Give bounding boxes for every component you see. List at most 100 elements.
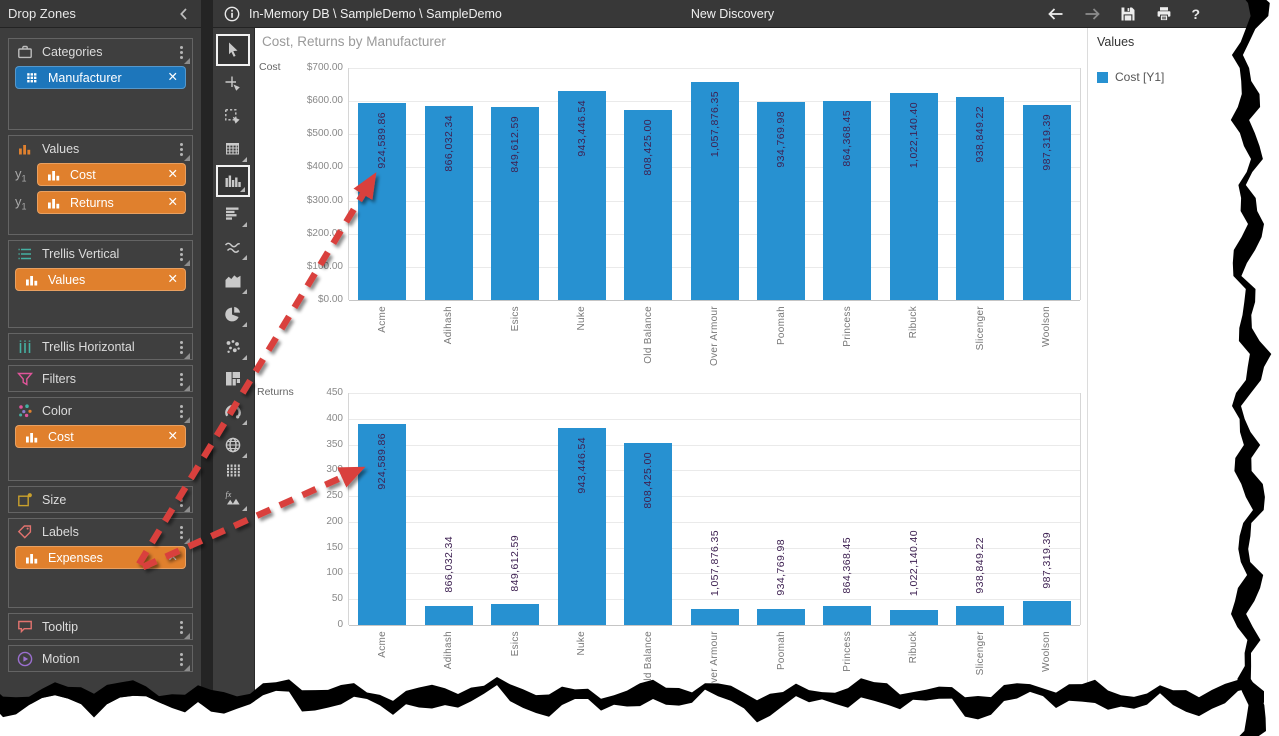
chip-remove-icon[interactable]: ✕	[168, 168, 178, 181]
bar-chart-icon[interactable]	[216, 198, 250, 230]
chip-remove-icon[interactable]: ✕	[168, 273, 178, 286]
axis-assignment-label: y1	[15, 194, 32, 212]
column-chart-icon[interactable]	[216, 165, 250, 197]
section-fold-corner	[184, 633, 190, 639]
save-icon[interactable]	[1119, 5, 1137, 23]
section-label: Filters	[42, 372, 167, 386]
y-tick-label: $200.00	[285, 228, 343, 240]
x-axis-label: Old Balance	[642, 306, 656, 364]
gridline	[349, 419, 1080, 420]
tooltip-icon	[16, 618, 34, 636]
app-window: Drop Zones In-Memory DB \ SampleDemo \ S…	[0, 0, 1279, 736]
drop-zones-title: Drop Zones	[8, 6, 175, 21]
plot-border	[1080, 68, 1081, 300]
treemap-chart-icon[interactable]	[216, 363, 250, 395]
bar[interactable]	[1023, 601, 1071, 625]
bar[interactable]	[757, 609, 805, 625]
data-grid-icon[interactable]	[216, 133, 250, 165]
section-fold-corner	[184, 538, 190, 544]
y-tick-label: 250	[285, 490, 343, 502]
section-chips: Expenses✕	[9, 545, 192, 569]
bar[interactable]	[956, 606, 1004, 625]
chip-remove-icon[interactable]: ✕	[168, 71, 178, 84]
chip-remove-icon[interactable]: ✕	[168, 551, 178, 564]
chip-expenses[interactable]: Expenses✕	[15, 546, 186, 569]
dropzone-section-size: Size	[8, 486, 193, 513]
scatter-chart-icon[interactable]	[216, 331, 250, 363]
pie-chart-icon[interactable]	[216, 298, 250, 330]
section-chips: Cost✕	[9, 424, 192, 448]
gauge-chart-icon[interactable]	[216, 396, 250, 428]
drop-zones-panel: CategoriesManufacturer✕Valuesy1Cost✕y1Re…	[0, 28, 201, 704]
x-axis-label: Over Armour	[708, 306, 722, 366]
bar-value-label: 934,769.98	[774, 111, 788, 168]
dropzone-section-trellis-horizontal: Trellis Horizontal	[8, 333, 193, 360]
x-axis-label: Nuke	[575, 306, 589, 331]
bar-value-label: 849,612.59	[508, 116, 522, 173]
bar-value-label: 924,589.86	[375, 112, 389, 169]
y-tick-label: $400.00	[285, 161, 343, 173]
bar-value-label: 934,769.98	[774, 539, 788, 596]
bar-value-label: 864,368.45	[840, 537, 854, 594]
chip-cost[interactable]: Cost✕	[15, 425, 186, 448]
x-axis-label: Ribuck	[907, 631, 921, 663]
forward-arrow-icon[interactable]	[1083, 5, 1101, 23]
bar[interactable]	[691, 609, 739, 625]
financial-chart-icon[interactable]: fx	[216, 482, 250, 514]
section-fold-corner	[184, 665, 190, 671]
info-icon[interactable]	[223, 5, 241, 23]
line-chart-icon[interactable]	[216, 231, 250, 263]
flyout-corner-icon	[242, 355, 247, 360]
x-axis-label: Princess	[841, 306, 855, 347]
marquee-select-icon[interactable]	[216, 101, 250, 133]
chip-values[interactable]: Values✕	[15, 268, 186, 291]
x-axis-label: Poomah	[775, 306, 789, 345]
y-tick-label: 350	[285, 439, 343, 451]
x-axis-label: Acme	[376, 631, 390, 658]
color-dots-icon	[16, 402, 34, 420]
gridline	[349, 393, 1080, 394]
y-tick-label: 100	[285, 567, 343, 579]
legend-label: Cost [Y1]	[1115, 70, 1164, 84]
gridline	[349, 470, 1080, 471]
chart-title: Cost, Returns by Manufacturer	[262, 34, 446, 49]
bar[interactable]	[425, 606, 473, 625]
dropzone-section-tooltip: Tooltip	[8, 613, 193, 640]
chip-remove-icon[interactable]: ✕	[168, 196, 178, 209]
flyout-corner-icon	[242, 506, 247, 511]
chip-remove-icon[interactable]: ✕	[168, 430, 178, 443]
print-icon[interactable]	[1155, 5, 1173, 23]
flyout-corner-icon	[242, 255, 247, 260]
pointer-tool-icon[interactable]	[216, 34, 250, 66]
help-icon[interactable]: ?	[1191, 6, 1200, 22]
h-lines-icon	[16, 245, 34, 263]
chip-returns[interactable]: Returns✕	[37, 191, 186, 214]
axis-assignment-label: y1	[15, 166, 32, 184]
flyout-corner-icon	[242, 387, 247, 392]
bar[interactable]	[491, 604, 539, 625]
bar-value-label: 849,612.59	[508, 535, 522, 592]
chip-manufacturer[interactable]: Manufacturer✕	[15, 66, 186, 89]
flyout-corner-icon	[242, 222, 247, 227]
section-fold-corner	[184, 58, 190, 64]
area-chart-icon[interactable]	[216, 265, 250, 297]
dropzone-section-trellis-vertical: Trellis VerticalValues✕	[8, 240, 193, 328]
x-axis-label: Slicenger	[974, 306, 988, 350]
section-fold-corner	[184, 353, 190, 359]
section-label: Motion	[42, 652, 167, 666]
section-header: Labels	[9, 519, 192, 545]
chip-cost[interactable]: Cost✕	[37, 163, 186, 186]
x-axis-label: Slicenger	[974, 631, 988, 675]
y-tick-label: 450	[285, 387, 343, 399]
legend-item[interactable]: Cost [Y1]	[1097, 70, 1250, 84]
bar[interactable]	[823, 606, 871, 625]
x-axis-label: Old Balance	[642, 631, 656, 689]
gridline	[349, 445, 1080, 446]
bar[interactable]	[890, 610, 938, 626]
back-arrow-icon[interactable]	[1047, 5, 1065, 23]
crosshair-tool-icon[interactable]	[216, 68, 250, 100]
collapse-panel-icon[interactable]	[175, 5, 193, 23]
x-axis-label: Esics	[509, 631, 523, 656]
bar-value-label: 943,446.54	[575, 437, 589, 494]
y-tick-label: 200	[285, 516, 343, 528]
